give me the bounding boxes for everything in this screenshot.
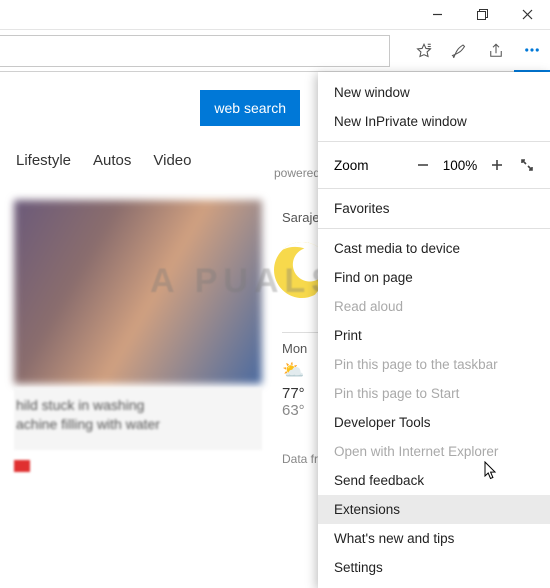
menu-favorites[interactable]: Favorites [318, 194, 550, 223]
minimize-button[interactable] [415, 0, 460, 30]
close-button[interactable] [505, 0, 550, 30]
menu-pin-taskbar: Pin this page to the taskbar [318, 350, 550, 379]
menu-open-ie: Open with Internet Explorer [318, 437, 550, 466]
news-card-caption[interactable]: hild stuck in washing achine filling wit… [14, 388, 262, 450]
notes-pen-icon[interactable] [442, 30, 478, 72]
zoom-label: Zoom [334, 158, 404, 173]
nav-link-video[interactable]: Video [153, 152, 191, 169]
more-menu-button[interactable] [514, 30, 550, 72]
news-source-badge [14, 460, 30, 472]
menu-new-window[interactable]: New window [318, 78, 550, 107]
menu-separator [318, 188, 550, 189]
web-search-button[interactable]: web search [200, 90, 300, 126]
menu-cast[interactable]: Cast media to device [318, 234, 550, 263]
menu-developer-tools[interactable]: Developer Tools [318, 408, 550, 437]
favorites-star-icon[interactable] [406, 30, 442, 72]
menu-send-feedback[interactable]: Send feedback [318, 466, 550, 495]
menu-settings[interactable]: Settings [318, 553, 550, 582]
address-bar[interactable] [0, 35, 390, 67]
nav-link-autos[interactable]: Autos [93, 152, 131, 169]
share-icon[interactable] [478, 30, 514, 72]
menu-separator [318, 141, 550, 142]
menu-read-aloud: Read aloud [318, 292, 550, 321]
powered-by-label: powered [274, 166, 320, 180]
menu-new-inprivate[interactable]: New InPrivate window [318, 107, 550, 136]
menu-find[interactable]: Find on page [318, 263, 550, 292]
settings-menu: New window New InPrivate window Zoom 100… [318, 72, 550, 588]
menu-pin-start: Pin this page to Start [318, 379, 550, 408]
menu-print[interactable]: Print [318, 321, 550, 350]
zoom-in-button[interactable] [486, 154, 508, 176]
watermark-large: A PUALS [150, 262, 340, 301]
window-titlebar [0, 0, 550, 30]
menu-zoom-row: Zoom 100% [318, 147, 550, 183]
menu-whats-new[interactable]: What's new and tips [318, 524, 550, 553]
browser-toolbar [0, 30, 550, 72]
menu-extensions[interactable]: Extensions [318, 495, 550, 524]
zoom-value: 100% [442, 158, 478, 173]
fullscreen-button[interactable] [516, 154, 538, 176]
restore-button[interactable] [460, 0, 505, 30]
nav-link-lifestyle[interactable]: Lifestyle [16, 152, 71, 169]
zoom-out-button[interactable] [412, 154, 434, 176]
menu-separator [318, 228, 550, 229]
